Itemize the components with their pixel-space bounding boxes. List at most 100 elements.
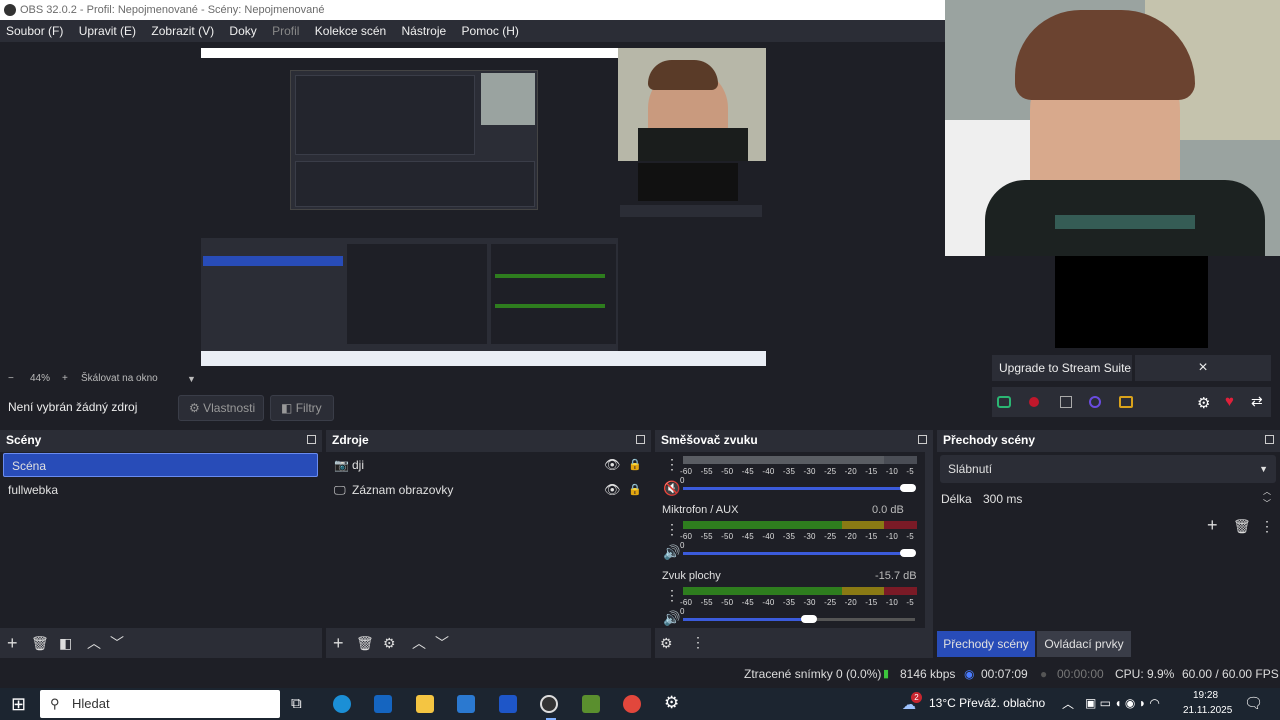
windows-start-icon[interactable]: ⊞ [11, 694, 26, 715]
volume-knob[interactable] [801, 615, 817, 623]
scene-item[interactable]: Scéna [3, 453, 318, 477]
mail-icon[interactable] [457, 695, 475, 713]
properties-button[interactable]: ⚙ Vlastnosti [178, 395, 264, 421]
heart-icon[interactable]: ♥ [1225, 393, 1234, 410]
float-icon[interactable] [918, 435, 927, 444]
move-up-icon[interactable]: ︿ [412, 636, 426, 650]
move-down-icon[interactable]: ﹀ [435, 636, 449, 650]
weather-text[interactable]: 13°C Převáž. oblačno [929, 696, 1045, 710]
volume-slider-track [813, 618, 915, 621]
task-view-icon[interactable]: ⧉ [291, 695, 302, 712]
close-upgrade-button[interactable]: × [1135, 355, 1271, 381]
more-icon[interactable]: ⋮ [691, 635, 705, 649]
menu-file[interactable]: Soubor (F) [0, 20, 69, 42]
menu-tools[interactable]: Nástroje [396, 20, 453, 42]
menu-help[interactable]: Pomoc (H) [456, 20, 525, 42]
upgrade-button[interactable]: Upgrade to Stream Suite [992, 355, 1132, 381]
preview-canvas[interactable] [201, 48, 766, 366]
trash-icon[interactable]: 🗑 [31, 636, 49, 650]
menu-profile[interactable]: Profil [266, 20, 305, 42]
float-icon[interactable] [636, 435, 645, 444]
suite-toolbar: ⚙ ♥ ⇄ [992, 387, 1271, 417]
move-up-icon[interactable]: ︿ [87, 636, 101, 650]
move-down-icon[interactable]: ﹀ [110, 636, 124, 650]
monitor-icon: 🖵 [334, 483, 346, 497]
speaker-icon[interactable]: 🔊 [663, 545, 680, 559]
trash-icon[interactable]: 🗑 [356, 636, 374, 650]
title-bar: OBS 32.0.2 - Profil: Nepojmenované - Scé… [0, 0, 945, 20]
explorer-icon[interactable] [416, 695, 434, 713]
scale-mode[interactable]: Škálovat na okno [81, 370, 158, 388]
filter-icon[interactable]: ◧ [59, 636, 72, 650]
nested-webcam [618, 48, 766, 161]
gear-icon[interactable]: ⚙ [1197, 394, 1210, 412]
signal-icon: ▮ [883, 668, 890, 680]
float-icon[interactable] [1265, 435, 1274, 444]
eye-icon[interactable]: 👁 [604, 453, 621, 477]
scene-item[interactable]: fullwebka [0, 478, 322, 502]
advanced-audio-icon[interactable]: ⚙ [660, 636, 673, 650]
menu-edit[interactable]: Upravit (E) [73, 20, 142, 42]
tab-controls[interactable]: Ovládací prvky [1037, 631, 1131, 657]
source-item[interactable]: 🖵 Záznam obrazovky 👁 🔒 [326, 478, 651, 502]
transition-select-value: Slábnutí [948, 462, 993, 476]
edge-icon[interactable] [333, 695, 351, 713]
more-icon[interactable]: ⋮ [1260, 519, 1274, 533]
chrome-icon[interactable] [623, 695, 641, 713]
panel-preview [1055, 256, 1208, 348]
stream-icon[interactable] [997, 396, 1011, 408]
gear-icon[interactable]: ⚙ [383, 636, 396, 650]
replay-icon[interactable] [1089, 396, 1101, 408]
scenes-header: Scény [0, 430, 322, 450]
channel-name: Miktrofon / AUX [662, 504, 739, 516]
filters-button[interactable]: ◧ Filtry [270, 395, 334, 421]
chevron-up-icon[interactable]: ︿ [1062, 695, 1074, 712]
tab-transitions[interactable]: Přechody scény [937, 631, 1035, 657]
studio-icon[interactable] [1119, 396, 1133, 408]
volume-slider[interactable] [683, 552, 915, 555]
float-icon[interactable] [307, 435, 316, 444]
virtual-cam-icon[interactable] [1060, 396, 1072, 408]
record-icon[interactable] [1029, 397, 1039, 407]
channel-menu-icon[interactable]: ⋮ [665, 457, 679, 471]
duration-input[interactable]: 300 ms [977, 486, 1257, 512]
volume-knob[interactable] [900, 484, 916, 492]
add-icon[interactable]: + [333, 634, 344, 652]
spin-buttons-icon[interactable]: ︿ ﹀ [1263, 486, 1271, 510]
eye-icon[interactable]: 👁 [604, 478, 621, 502]
nested-dock-column [618, 161, 766, 366]
trash-icon[interactable]: 🗑 [1233, 519, 1251, 533]
nested-docks [201, 238, 618, 366]
tray-icons[interactable]: ▣ ▭ ◖ ◉ ◗ ◠ [1085, 696, 1160, 710]
channel-menu-icon[interactable]: ⋮ [665, 522, 679, 536]
volume-slider[interactable] [683, 618, 813, 621]
add-icon[interactable]: + [1207, 516, 1218, 534]
muted-icon[interactable]: 🔇 [663, 481, 680, 495]
menu-docks[interactable]: Doky [223, 20, 262, 42]
volume-knob[interactable] [900, 549, 916, 557]
meter-scale: -60 -55 -50 -45 -40 -35 -30 -25 -20 -15 … [680, 532, 914, 550]
menu-scene-collection[interactable]: Kolekce scén [309, 20, 392, 42]
transition-select[interactable]: Slábnutí ▼ [940, 455, 1276, 483]
lock-icon[interactable]: 🔒 [628, 478, 642, 502]
vscode-icon[interactable] [499, 695, 517, 713]
menu-view[interactable]: Zobrazit (V) [145, 20, 220, 42]
volume-slider[interactable] [683, 487, 915, 490]
speaker-icon[interactable]: 🔊 [663, 611, 680, 625]
channel-menu-icon[interactable]: ⋮ [665, 588, 679, 602]
chevron-down-icon[interactable]: ▼ [187, 370, 196, 388]
filters-label: Filtry [295, 401, 322, 415]
store-icon[interactable] [374, 695, 392, 713]
zoom-out-button[interactable]: − [8, 370, 14, 388]
zoom-in-button[interactable]: + [62, 370, 68, 388]
nvidia-icon[interactable] [582, 695, 600, 713]
taskbar-search[interactable]: ⚲ Hledat [40, 690, 280, 718]
notification-icon[interactable]: 🗨 [1244, 694, 1263, 712]
switch-icon[interactable]: ⇄ [1251, 393, 1263, 410]
obs-icon[interactable] [540, 695, 558, 713]
add-icon[interactable]: + [7, 634, 18, 652]
settings-icon[interactable]: ⚙ [664, 693, 679, 713]
stream-suite-panel: Upgrade to Stream Suite × ⚙ ♥ ⇄ [980, 256, 1280, 421]
lock-icon[interactable]: 🔒 [628, 453, 642, 477]
source-item[interactable]: 📷 dji 👁 🔒 [326, 453, 651, 477]
